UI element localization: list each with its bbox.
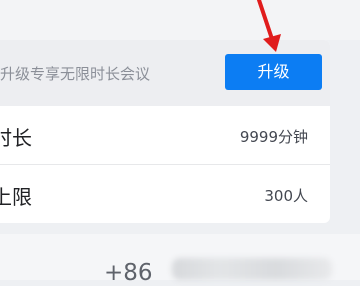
upgrade-button[interactable]: 升级	[225, 54, 322, 90]
red-arrow-icon	[257, 0, 281, 52]
feature-value-limit: 300人	[264, 187, 308, 205]
phone-prefix: +86	[104, 260, 153, 286]
redacted-phone-number	[172, 258, 332, 280]
feature-row-limit: 上限 300人	[0, 165, 330, 223]
account-card: 升级专享无限时长会议 升级 时长 9999分钟 上限 300人	[0, 40, 330, 223]
feature-value-duration: 9999分钟	[239, 128, 308, 146]
feature-row-duration: 时长 9999分钟	[0, 106, 330, 165]
feature-label-limit: 上限	[0, 185, 32, 209]
upgrade-promo-text: 升级专享无限时长会议	[0, 65, 151, 83]
top-strip	[0, 0, 360, 40]
feature-label-duration: 时长	[0, 126, 32, 150]
